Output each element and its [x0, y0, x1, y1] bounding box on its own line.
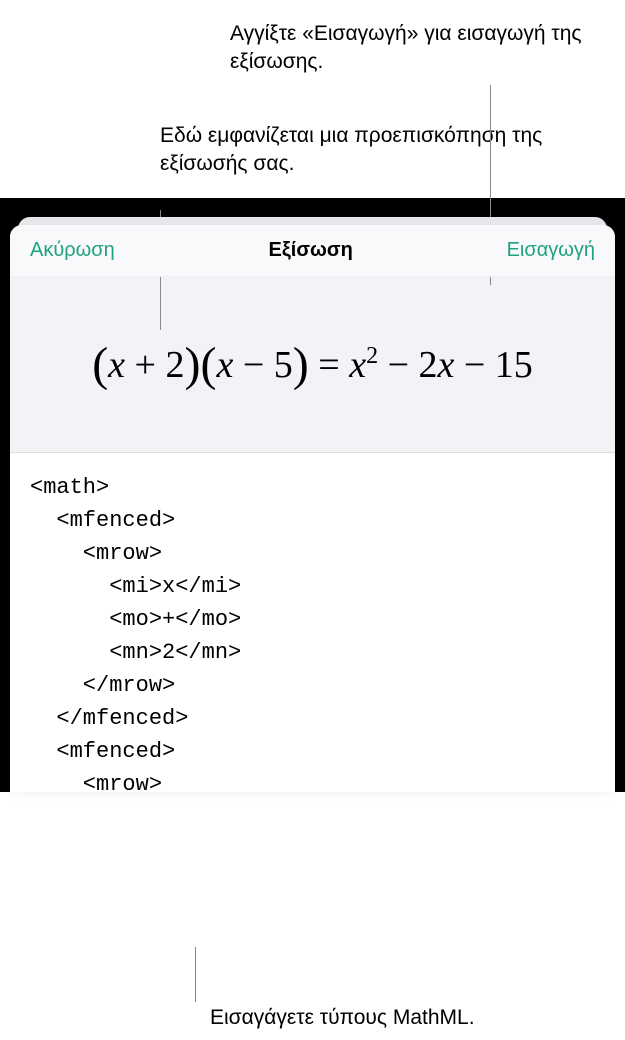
- insert-button[interactable]: Εισαγωγή: [507, 239, 595, 262]
- equation-editor-sheet: Ακύρωση Εξίσωση Εισαγωγή (x + 2)(x − 5) …: [10, 225, 615, 792]
- mathml-input[interactable]: <math> <mfenced> <mrow> <mi>x</mi> <mo>+…: [10, 452, 615, 792]
- callout-insert-hint: Αγγίξτε «Εισαγωγή» για εισαγωγή της εξίσ…: [200, 0, 625, 87]
- callout-preview-hint: Εδώ εμφανίζεται μια προεπισκόπηση της εξ…: [130, 102, 625, 189]
- cancel-button[interactable]: Ακύρωση: [30, 239, 115, 262]
- device-frame: Ακύρωση Εξίσωση Εισαγωγή (x + 2)(x − 5) …: [0, 198, 625, 792]
- equation-preview: (x + 2)(x − 5) = x2 − 2x − 15: [10, 277, 615, 452]
- callout-mathml-hint: Εισαγάγετε τύπους MathML.: [210, 1006, 475, 1030]
- callout-line: [195, 947, 196, 1002]
- modal-header: Ακύρωση Εξίσωση Εισαγωγή: [10, 225, 615, 277]
- modal-title: Εξίσωση: [269, 239, 353, 262]
